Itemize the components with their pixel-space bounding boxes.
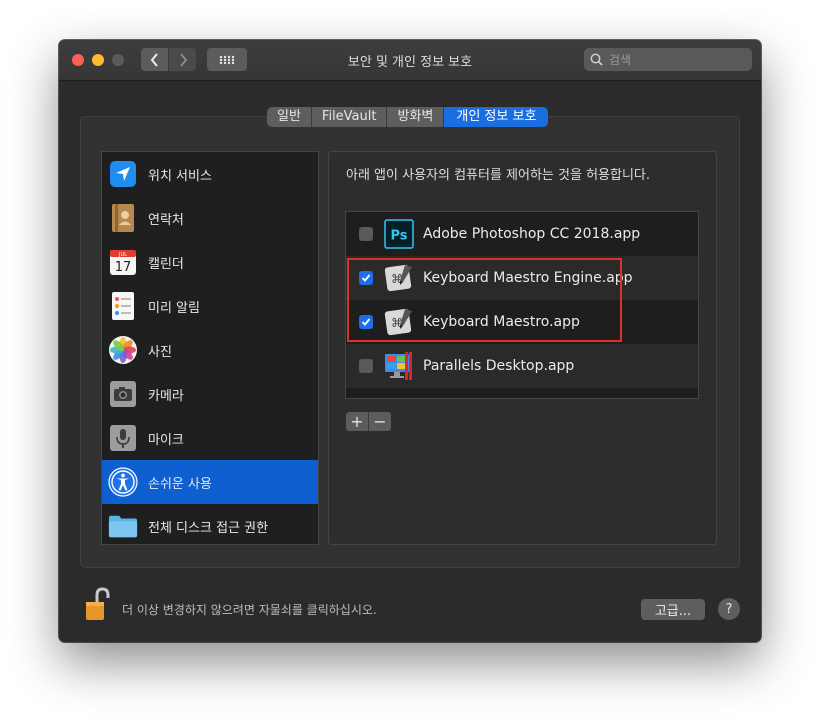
sidebar-item-label: 캘린더: [148, 256, 184, 272]
sidebar-item-photos[interactable]: 사진: [102, 328, 318, 372]
sidebar-item-label: 미리 알림: [148, 300, 200, 316]
sidebar-item-label: 전체 디스크 접근 권한: [148, 520, 269, 536]
lock-icon[interactable]: [83, 587, 111, 623]
keyboard-maestro-icon: ⌘: [383, 262, 415, 294]
sidebar-item-reminders[interactable]: 미리 알림: [102, 284, 318, 328]
advanced-button[interactable]: 고급...: [641, 599, 705, 620]
sidebar-item-label: 연락처: [148, 212, 184, 228]
title-bar: 보안 및 개인 정보 보호: [59, 40, 761, 81]
lock-instruction: 더 이상 변경하지 않으려면 자물쇠를 클릭하십시오.: [122, 603, 377, 617]
sidebar-item-calendar[interactable]: JUL 17 캘린더: [102, 240, 318, 284]
contacts-book-icon: [108, 203, 138, 233]
search-icon: [590, 53, 603, 66]
tab-bar: 일반 FileVault 방화벽 개인 정보 보호: [267, 107, 549, 127]
sidebar-item-camera[interactable]: 카메라: [102, 372, 318, 416]
app-checkbox[interactable]: [359, 315, 373, 329]
app-name: Keyboard Maestro Engine.app: [423, 270, 633, 286]
add-remove-buttons: + −: [346, 412, 391, 431]
accessibility-icon: [108, 467, 138, 497]
app-row-keyboard-maestro[interactable]: ⌘ Keyboard Maestro.app: [346, 300, 698, 344]
app-checkbox[interactable]: [359, 227, 373, 241]
help-button[interactable]: ?: [718, 598, 740, 620]
app-name: Parallels Desktop.app: [423, 358, 575, 374]
app-checkbox[interactable]: [359, 271, 373, 285]
keyboard-maestro-icon: ⌘: [383, 306, 415, 338]
checkmark-icon: [361, 274, 371, 282]
folder-icon: [108, 511, 138, 541]
calendar-day: 17: [115, 260, 132, 275]
sidebar-item-contacts[interactable]: 연락처: [102, 196, 318, 240]
sidebar-item-label: 마이크: [148, 432, 184, 448]
app-checkbox[interactable]: [359, 359, 373, 373]
photos-icon: [108, 335, 138, 365]
location-arrow-icon: [108, 159, 138, 189]
sidebar-item-label: 카메라: [148, 388, 184, 404]
app-row-parallels[interactable]: Parallels Desktop.app: [346, 344, 698, 388]
remove-app-button[interactable]: −: [369, 412, 391, 431]
sidebar-item-label: 손쉬운 사용: [148, 476, 212, 492]
parallels-icon: [383, 350, 415, 382]
privacy-category-list: 위치 서비스 연락처 JUL 17 캘린더 미리 알림 사진 카메라 마이크 손…: [101, 151, 319, 545]
checkmark-icon: [361, 318, 371, 326]
search-input[interactable]: [607, 51, 741, 68]
search-field[interactable]: [584, 48, 752, 71]
app-row-photoshop[interactable]: Ps Adobe Photoshop CC 2018.app: [346, 212, 698, 256]
sidebar-item-location-services[interactable]: 위치 서비스: [102, 152, 318, 196]
reminders-icon: [108, 291, 138, 321]
camera-icon: [108, 379, 138, 409]
sidebar-item-label: 사진: [148, 344, 172, 360]
sidebar-item-accessibility[interactable]: 손쉬운 사용: [102, 460, 318, 504]
sidebar-item-full-disk-access[interactable]: 전체 디스크 접근 권한: [102, 504, 318, 544]
preferences-window: 보안 및 개인 정보 보호 일반 FileVault 방화벽 개인 정보 보호 …: [59, 40, 761, 642]
app-row-keyboard-maestro-engine[interactable]: ⌘ Keyboard Maestro Engine.app: [346, 256, 698, 300]
description-text: 아래 앱이 사용자의 컴퓨터를 제어하는 것을 허용합니다.: [346, 168, 651, 183]
calendar-icon: JUL 17: [108, 247, 138, 277]
app-list: Ps Adobe Photoshop CC 2018.app ⌘ Keyboar…: [345, 211, 699, 399]
calendar-month: JUL: [118, 252, 127, 258]
photoshop-icon-text: Ps: [390, 229, 407, 244]
app-name: Keyboard Maestro.app: [423, 314, 580, 330]
photoshop-icon: Ps: [383, 218, 415, 250]
microphone-icon: [108, 423, 138, 453]
sidebar-item-microphone[interactable]: 마이크: [102, 416, 318, 460]
tab-firewall[interactable]: 방화벽: [387, 107, 445, 127]
tab-privacy[interactable]: 개인 정보 보호: [444, 107, 549, 127]
add-app-button[interactable]: +: [346, 412, 369, 431]
tab-general[interactable]: 일반: [267, 107, 312, 127]
app-name: Adobe Photoshop CC 2018.app: [423, 226, 641, 242]
tab-filevault[interactable]: FileVault: [311, 107, 388, 127]
sidebar-item-label: 위치 서비스: [148, 168, 212, 184]
